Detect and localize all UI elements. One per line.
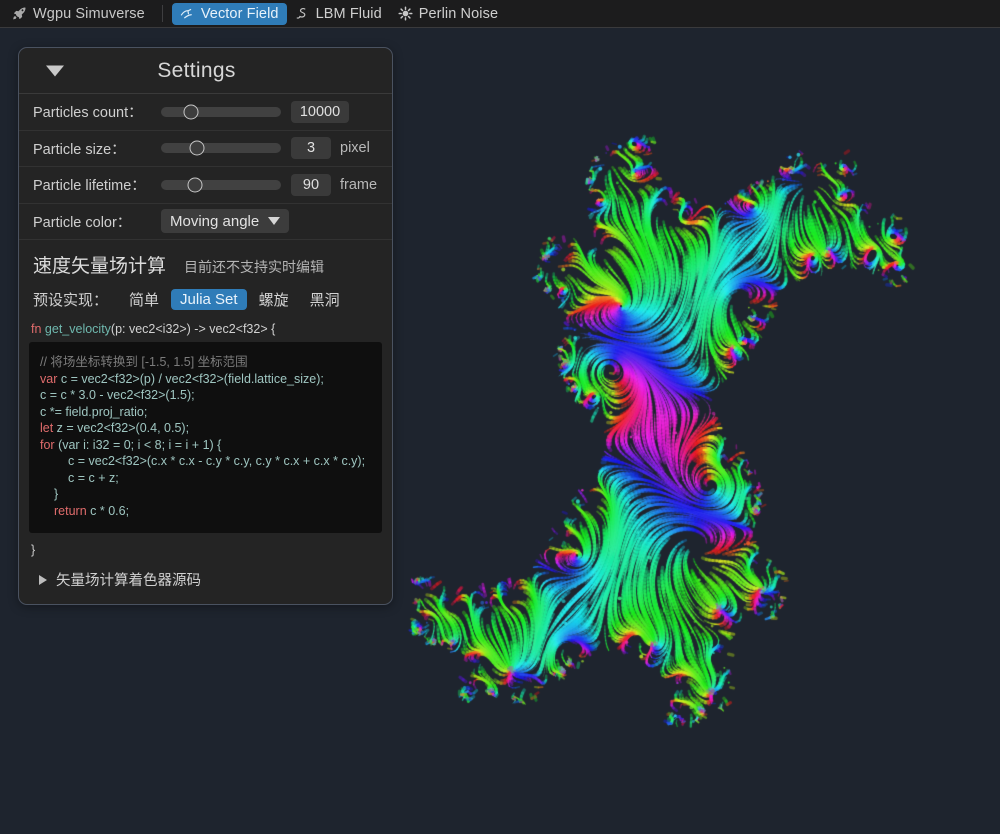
code-line: c = c * 3.0 - vec2<f32>(1.5); bbox=[40, 388, 195, 402]
tab-lbm-fluid-label: LBM Fluid bbox=[315, 5, 382, 22]
shader-code-block[interactable]: // 将场坐标转换到 [-1.5, 1.5] 坐标范围 var c = vec2… bbox=[29, 342, 382, 533]
row-particle-lifetime: Particle lifetime： 90 frame bbox=[19, 167, 392, 204]
slider-thumb[interactable] bbox=[187, 177, 203, 193]
code-line: c = vec2<f32>(c.x * c.x - c.y * c.y, c.y… bbox=[68, 454, 366, 468]
code-line-text: z = vec2<f32>(0.4, 0.5); bbox=[53, 421, 190, 435]
preset-black-hole-button[interactable]: 黑洞 bbox=[301, 287, 349, 312]
row-label: Particle size： bbox=[33, 141, 126, 158]
code-line: c *= field.proj_ratio; bbox=[40, 404, 148, 419]
code-line-text: c = vec2<f32>(p) / vec2<f32>(field.latti… bbox=[57, 371, 324, 386]
tab-lbm-fluid[interactable]: LBM Fluid bbox=[287, 3, 390, 25]
particles-count-value[interactable]: 10000 bbox=[291, 100, 349, 123]
rocket-icon bbox=[12, 6, 27, 21]
code-line: let z = vec2<f32>(0.4, 0.5); bbox=[40, 420, 371, 437]
tab-vector-field-label: Vector Field bbox=[200, 5, 279, 22]
row-particles-count: Particles count： 10000 bbox=[19, 94, 392, 131]
preset-spiral-button[interactable]: 螺旋 bbox=[250, 287, 298, 312]
velocity-field-section: 速度矢量场计算 目前还不支持实时编辑 预设实现： 简单 Julia Set 螺旋… bbox=[19, 240, 392, 312]
code-line: } bbox=[54, 487, 59, 501]
code-keyword: let bbox=[40, 421, 54, 435]
section-note: 目前还不支持实时编辑 bbox=[184, 259, 325, 275]
particle-size-value[interactable]: 3 bbox=[291, 137, 331, 160]
preset-julia-set-button[interactable]: Julia Set bbox=[171, 289, 247, 310]
code-line: var c = vec2<f32>(p) / vec2<f32>(field.l… bbox=[40, 371, 371, 388]
code-keyword-fn: fn bbox=[31, 322, 42, 336]
triangle-down-icon[interactable] bbox=[46, 65, 64, 76]
section-heading: 速度矢量场计算 目前还不支持实时编辑 bbox=[33, 251, 378, 278]
row-label: Particles count： bbox=[33, 105, 143, 122]
row-particle-color: Particle color： Moving angle bbox=[19, 204, 392, 240]
page-title: Settings bbox=[157, 58, 236, 82]
code-closing-brace: } bbox=[31, 543, 36, 557]
code-signature: fn get_velocity(p: vec2<i32>) -> vec2<f3… bbox=[19, 320, 392, 342]
code-line-text: c * 0.6; bbox=[86, 503, 130, 518]
particle-lifetime-slider[interactable] bbox=[161, 177, 281, 193]
preset-simple-button[interactable]: 简单 bbox=[120, 287, 168, 312]
noise-burst-icon bbox=[398, 6, 413, 21]
shader-source-label: 矢量场计算着色器源码 bbox=[56, 573, 201, 589]
particle-lifetime-value[interactable]: 90 bbox=[291, 173, 331, 196]
code-signature-rest: (p: vec2<i32>) -> vec2<f32> { bbox=[110, 322, 276, 336]
tab-perlin-noise[interactable]: Perlin Noise bbox=[390, 3, 506, 25]
code-line: return c * 0.6; bbox=[40, 503, 371, 520]
preset-row: 预设实现： 简单 Julia Set 螺旋 黑洞 bbox=[33, 287, 378, 312]
code-line: c = c + z; bbox=[68, 470, 119, 485]
slider-thumb[interactable] bbox=[189, 140, 205, 156]
triangle-right-icon[interactable] bbox=[39, 574, 47, 585]
app-brand-label: Wgpu Simuverse bbox=[33, 5, 145, 22]
settings-panel-header[interactable]: Settings bbox=[19, 48, 392, 94]
preset-row-label: 预设实现： bbox=[33, 292, 109, 309]
shader-source-disclosure[interactable]: 矢量场计算着色器源码 bbox=[19, 565, 392, 604]
particle-size-slider[interactable] bbox=[161, 140, 281, 156]
code-line: for (var i: i32 = 0; i < 8; i = i + 1) { bbox=[40, 437, 371, 454]
menu-bar: Wgpu Simuverse Vector Field LBM Fluid Pe… bbox=[0, 0, 1000, 28]
slider-thumb[interactable] bbox=[183, 104, 199, 120]
particle-lifetime-unit: frame bbox=[340, 176, 378, 193]
particle-size-unit: pixel bbox=[340, 140, 370, 157]
code-keyword: for bbox=[40, 437, 55, 452]
settings-panel: Settings Particles count： 10000 Particle… bbox=[18, 47, 393, 605]
code-line-text: (var i: i32 = 0; i < 8; i = i + 1) { bbox=[54, 437, 222, 452]
particle-color-selected: Moving angle bbox=[170, 212, 260, 230]
code-line: // 将场坐标转换到 [-1.5, 1.5] 坐标范围 bbox=[40, 355, 248, 369]
row-label: Particle color： bbox=[33, 214, 132, 231]
tab-vector-field[interactable]: Vector Field bbox=[171, 2, 287, 25]
particles-count-slider[interactable] bbox=[161, 104, 281, 120]
menu-divider bbox=[161, 5, 163, 22]
section-title: 速度矢量场计算 bbox=[33, 256, 167, 277]
particle-color-dropdown[interactable]: Moving angle bbox=[161, 209, 290, 234]
fluid-swirl-icon bbox=[295, 6, 310, 21]
app-brand: Wgpu Simuverse bbox=[8, 3, 153, 25]
row-label: Particle lifetime： bbox=[33, 178, 146, 195]
code-function-name: get_velocity bbox=[41, 322, 111, 336]
vector-field-icon bbox=[180, 6, 195, 21]
row-particle-size: Particle size： 3 pixel bbox=[19, 131, 392, 167]
tab-perlin-noise-label: Perlin Noise bbox=[418, 5, 499, 22]
chevron-down-icon bbox=[268, 217, 281, 226]
code-keyword: return bbox=[54, 503, 87, 518]
code-keyword: var bbox=[40, 371, 58, 386]
